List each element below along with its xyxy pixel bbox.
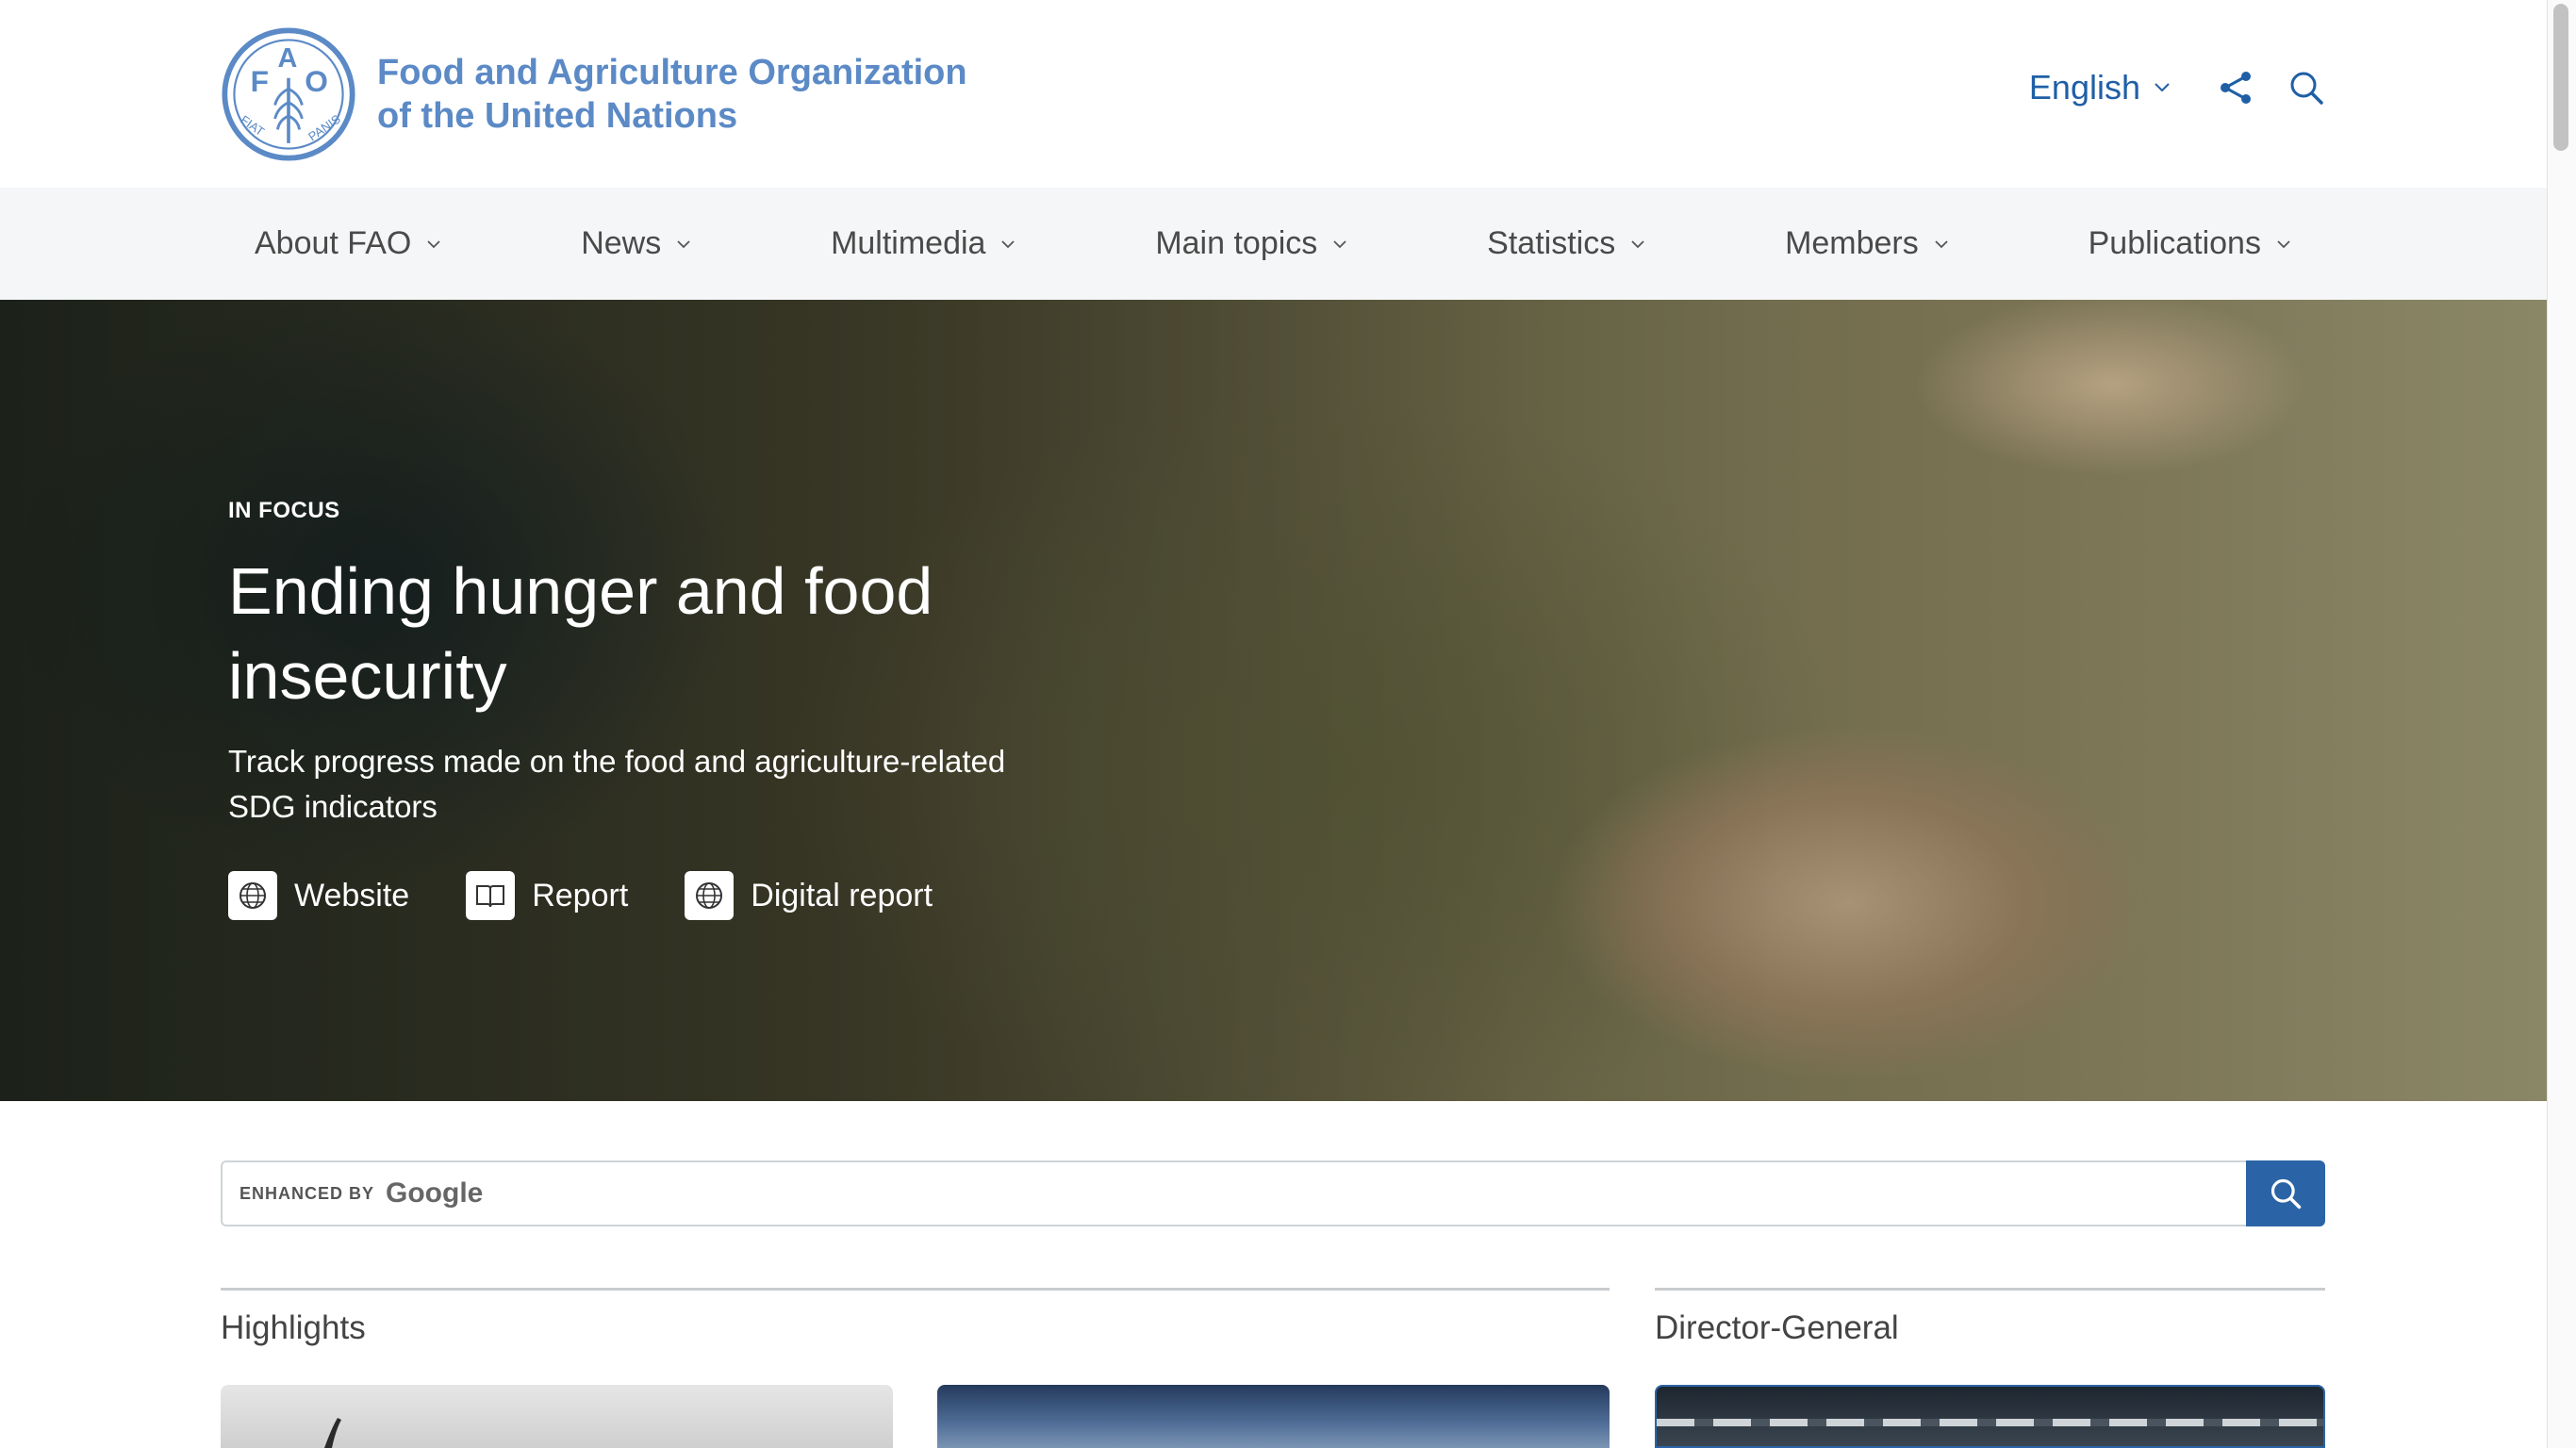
org-name: Food and Agriculture Organization of the…	[377, 51, 967, 138]
chevron-down-icon	[1935, 239, 1948, 248]
nav-item-label: Members	[1785, 225, 1919, 261]
page-scrollbar[interactable]	[2547, 0, 2576, 1448]
nav-item-label: About FAO	[255, 225, 412, 261]
nav-item-main-topics[interactable]: Main topics	[1155, 225, 1347, 262]
nav-items: About FAO News Multimedia Main topics St…	[221, 188, 2325, 300]
highlight-card-image[interactable]	[221, 1385, 893, 1448]
search-icon[interactable]	[2287, 69, 2325, 107]
chevron-down-icon	[1631, 239, 1644, 248]
director-general-title: Director-General	[1655, 1309, 1899, 1346]
svg-text:A: A	[277, 43, 297, 74]
hero-kicker: IN FOCUS	[228, 498, 340, 523]
globe-icon	[228, 871, 277, 920]
site-header: F A O FIAT PANIS Food and Agriculture Or…	[0, 0, 2548, 188]
page: F A O FIAT PANIS Food and Agriculture Or…	[0, 0, 2548, 1448]
language-label: English	[2028, 68, 2140, 107]
nav-item-label: Publications	[2088, 225, 2261, 261]
search-icon	[2271, 1178, 2302, 1209]
share-icon[interactable]	[2218, 69, 2255, 107]
bird-image	[324, 1418, 341, 1448]
search-button[interactable]	[2246, 1160, 2325, 1226]
book-icon	[466, 871, 516, 920]
nav-item-news[interactable]: News	[581, 225, 691, 262]
hero-subtitle: Track progress made on the food and agri…	[228, 744, 1006, 824]
image-detail	[1657, 1419, 2323, 1426]
report-link-label: Report	[532, 877, 629, 913]
section-divider	[221, 1288, 1610, 1291]
scrollbar-thumb[interactable]	[2553, 4, 2568, 151]
main-nav: About FAO News Multimedia Main topics St…	[0, 188, 2548, 300]
report-link[interactable]: Report	[466, 871, 628, 920]
nav-item-label: Statistics	[1487, 225, 1616, 261]
org-name-line2: of the United Nations	[377, 96, 738, 136]
director-general-section: Director-General	[1655, 1288, 2325, 1347]
nav-item-about-fao[interactable]: About FAO	[255, 225, 441, 262]
hero-title[interactable]: Ending hunger and food insecurity	[228, 549, 1077, 718]
nav-item-label: Main topics	[1155, 225, 1318, 261]
digital-report-link-label: Digital report	[751, 877, 933, 913]
website-link-label: Website	[294, 877, 410, 913]
highlight-card-image[interactable]	[937, 1385, 1610, 1448]
chevron-down-icon	[427, 239, 440, 248]
nav-item-publications[interactable]: Publications	[2089, 225, 2291, 262]
svg-text:F: F	[251, 64, 269, 98]
nav-item-multimedia[interactable]: Multimedia	[831, 225, 1016, 262]
website-link[interactable]: Website	[228, 871, 409, 920]
chevron-down-icon	[677, 239, 690, 248]
google-brand: Google	[386, 1177, 484, 1209]
site-search: ENHANCED BY Google	[221, 1160, 2325, 1226]
fao-logo[interactable]: F A O FIAT PANIS Food and Agriculture Or…	[221, 26, 967, 162]
svg-text:O: O	[305, 64, 328, 98]
search-field[interactable]: ENHANCED BY Google	[221, 1160, 2246, 1226]
globe-icon	[685, 871, 735, 920]
director-general-card-image[interactable]	[1655, 1385, 2325, 1448]
nav-item-members[interactable]: Members	[1785, 225, 1949, 262]
fao-emblem-icon: F A O FIAT PANIS	[222, 27, 355, 161]
hero-content: IN FOCUS Ending hunger and food insecuri…	[228, 498, 1077, 920]
enhanced-by-label: ENHANCED BY	[239, 1183, 375, 1203]
hero-banner: IN FOCUS Ending hunger and food insecuri…	[0, 300, 2548, 1101]
section-divider	[1655, 1288, 2325, 1291]
header-tools: English	[2029, 68, 2325, 107]
highlights-title: Highlights	[221, 1309, 366, 1346]
hero-links: Website Report Digital report	[228, 871, 1077, 920]
chevron-down-icon	[1333, 239, 1346, 248]
nav-item-statistics[interactable]: Statistics	[1487, 225, 1645, 262]
chevron-down-icon	[2155, 83, 2170, 92]
search-input[interactable]	[494, 1177, 2246, 1209]
digital-report-link[interactable]: Digital report	[685, 871, 933, 920]
chevron-down-icon	[2277, 239, 2290, 248]
language-selector[interactable]: English	[2029, 68, 2171, 107]
chevron-down-icon	[1001, 239, 1016, 248]
highlights-section: Highlights	[221, 1288, 1610, 1347]
org-name-line1: Food and Agriculture Organization	[377, 53, 967, 92]
nav-item-label: Multimedia	[831, 225, 986, 261]
nav-item-label: News	[581, 225, 662, 261]
